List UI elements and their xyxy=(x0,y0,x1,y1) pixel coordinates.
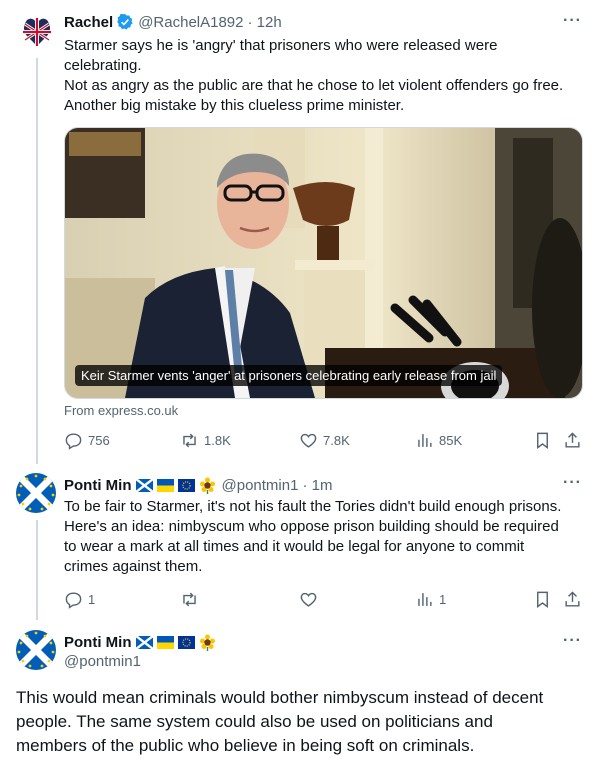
tweet1-handle[interactable]: @RachelA1892 xyxy=(138,14,243,31)
tweet1-line: Another big mistake by this clueless pri… xyxy=(64,97,405,114)
thread-line-1 xyxy=(36,58,38,464)
tweet1-header: Rachel @RachelA1892 · 12h xyxy=(64,12,282,32)
scotland-flag-icon xyxy=(135,478,153,492)
sunflower-icon xyxy=(199,634,215,651)
tweet2-more-button[interactable]: ··· xyxy=(563,474,582,492)
bookmark-icon xyxy=(537,432,548,450)
tweet2-line: Here's an idea: nimbyscum who oppose pri… xyxy=(64,518,559,535)
repost-button[interactable] xyxy=(180,590,199,609)
link-card-image xyxy=(65,128,582,398)
reply-button[interactable]: 756 xyxy=(64,431,110,450)
tweet1-time[interactable]: · 12h xyxy=(248,14,282,31)
ukraine-flag-icon xyxy=(156,478,174,492)
ukraine-flag-icon xyxy=(156,635,174,649)
views-icon xyxy=(418,593,432,606)
link-card-source[interactable]: From express.co.uk xyxy=(64,403,178,418)
views-button[interactable]: 1 xyxy=(415,590,446,609)
tweet3-header: Ponti Min xyxy=(64,632,216,652)
like-icon xyxy=(300,592,317,607)
like-count: 7.8K xyxy=(323,433,350,448)
reply-icon xyxy=(65,592,82,609)
tweet1-text: Starmer says he is 'angry' that prisoner… xyxy=(64,36,589,116)
share-button[interactable] xyxy=(563,431,582,450)
tweet3-author-name[interactable]: Ponti Min xyxy=(64,634,132,651)
views-button[interactable]: 85K xyxy=(415,431,462,450)
scotland-flag-icon xyxy=(135,635,153,649)
tweet1-more-button[interactable]: ··· xyxy=(563,12,582,30)
views-icon xyxy=(418,434,432,447)
share-button[interactable] xyxy=(563,590,582,609)
share-icon xyxy=(565,591,580,607)
link-card-caption: Keir Starmer vents 'anger' at prisoners … xyxy=(75,365,503,386)
tweet3-line: This would mean criminals would bother n… xyxy=(16,688,544,707)
tweet3-more-button[interactable]: ··· xyxy=(563,632,582,650)
tweet1-line: Not as angry as the public are that he c… xyxy=(64,77,564,94)
thread-line-2 xyxy=(36,520,38,620)
tweet1-line: celebrating. xyxy=(64,57,142,74)
tweet3-handle[interactable]: @pontmin1 xyxy=(64,653,141,670)
tweet3-text: This would mean criminals would bother n… xyxy=(16,686,596,758)
repost-icon xyxy=(183,592,196,607)
tweet3-line: members of the public who believe in bei… xyxy=(16,736,475,755)
avatar-ponti-min[interactable] xyxy=(16,473,56,513)
views-count: 85K xyxy=(439,433,463,448)
like-button[interactable]: 7.8K xyxy=(299,431,350,450)
like-icon xyxy=(300,433,317,448)
views-count: 1 xyxy=(439,592,447,607)
tweet1-line: Starmer says he is 'angry' that prisoner… xyxy=(64,37,498,54)
tweet2-author-name[interactable]: Ponti Min xyxy=(64,477,132,494)
like-button[interactable] xyxy=(299,590,318,609)
repost-button[interactable]: 1.8K xyxy=(180,431,231,450)
tweet2-handle[interactable]: @pontmin1 xyxy=(222,477,299,494)
tweet2-text: To be fair to Starmer, it's not his faul… xyxy=(64,497,599,577)
tweet2-header: Ponti Min @pontmin1 · 1m xyxy=(64,475,332,495)
flag-icons xyxy=(132,634,216,651)
sunflower-icon xyxy=(199,477,215,494)
bookmark-button[interactable] xyxy=(533,431,552,450)
reply-icon xyxy=(65,433,82,450)
tweet1-author-name[interactable]: Rachel xyxy=(64,14,113,31)
avatar-ponti-min[interactable] xyxy=(16,630,56,670)
tweet3-line: people. The same system could also be us… xyxy=(16,712,493,731)
verified-badge-icon xyxy=(116,13,134,31)
reply-count: 756 xyxy=(88,433,110,448)
avatar-rachel[interactable] xyxy=(17,12,57,52)
tweet2-time[interactable]: · 1m xyxy=(302,477,332,494)
reply-button[interactable]: 1 xyxy=(64,590,95,609)
share-icon xyxy=(565,432,580,448)
link-card[interactable]: Keir Starmer vents 'anger' at prisoners … xyxy=(64,127,583,399)
flag-icons xyxy=(132,477,216,494)
repost-icon xyxy=(183,433,196,448)
tweet2-line: crimes against them. xyxy=(64,558,203,575)
eu-flag-icon xyxy=(177,635,195,649)
bookmark-button[interactable] xyxy=(533,590,552,609)
tweet2-line: to wear a mark at all times and it would… xyxy=(64,538,525,555)
bookmark-icon xyxy=(537,591,548,609)
tweet2-line: To be fair to Starmer, it's not his faul… xyxy=(64,498,562,515)
eu-flag-icon xyxy=(177,478,195,492)
reply-count: 1 xyxy=(88,592,96,607)
repost-count: 1.8K xyxy=(204,433,231,448)
